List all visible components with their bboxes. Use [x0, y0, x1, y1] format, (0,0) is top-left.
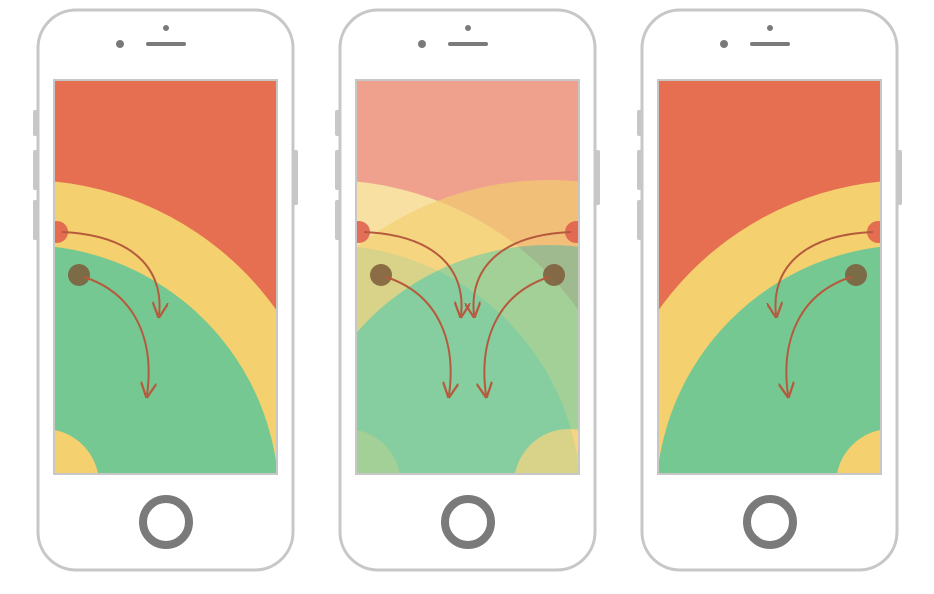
diagram-svg: .hard { fill:#E76F51; } .stretch { fill:… [0, 0, 934, 594]
phone-left [0, 10, 334, 594]
thumb-zone-diagram: { "diagram": { "description": "Smartphon… [0, 0, 934, 594]
phone-right [601, 10, 934, 594]
